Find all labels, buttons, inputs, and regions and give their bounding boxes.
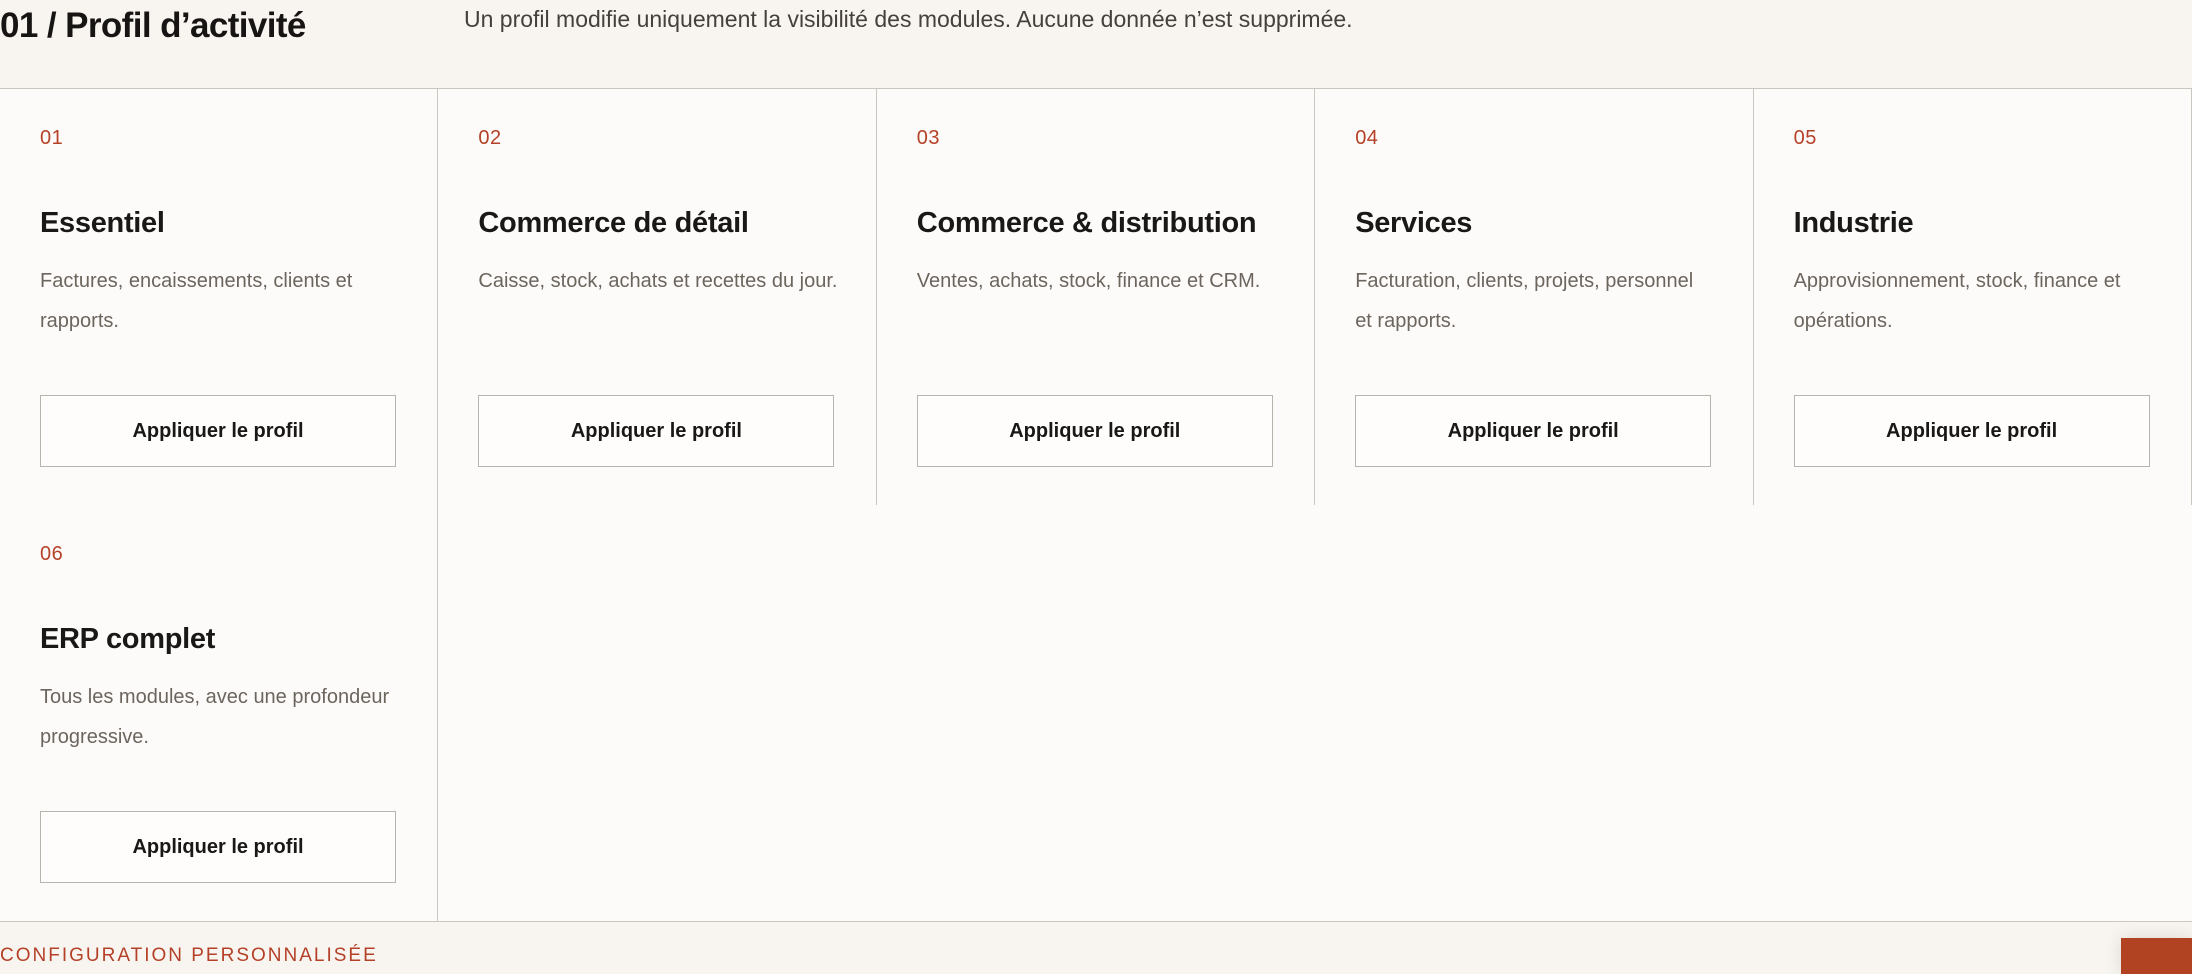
section-description: Un profil modifie uniquement la visibili… [464, 6, 1353, 32]
custom-configuration-heading: CONFIGURATION PERSONNALISÉE [0, 945, 378, 966]
section-title: 01 / Profil d’activité [0, 6, 306, 45]
profile-title: ERP complet [40, 623, 216, 655]
profile-description: Tous les modules, avec une profondeur pr… [40, 686, 390, 748]
profile-number: 05 [1793, 127, 1817, 149]
section-header: 01 / Profil d’activité Un profil modifie… [0, 0, 2192, 88]
profile-number: 03 [916, 127, 941, 149]
profile-number: 02 [478, 127, 502, 149]
apply-profile-button[interactable]: Appliquer le profil [916, 395, 1273, 467]
profile-card-industrie: 05 Industrie Approvisionnement, stock, f… [1754, 89, 2192, 505]
profile-title: Services [1355, 207, 1473, 239]
profile-card-services: 04 Services Facturation, clients, projet… [1315, 89, 1754, 505]
accent-action-button[interactable] [2121, 938, 2192, 974]
profile-description: Caisse, stock, achats et recettes du jou… [478, 270, 838, 292]
apply-profile-button[interactable]: Appliquer le profil [40, 395, 396, 467]
profile-number: 01 [40, 127, 64, 149]
profile-title: Commerce & distribution [916, 207, 1257, 239]
profile-number: 04 [1355, 127, 1379, 149]
profile-description: Ventes, achats, stock, finance et CRM. [916, 270, 1261, 292]
profile-card-commerce-distribution: 03 Commerce & distribution Ventes, achat… [877, 89, 1316, 505]
apply-profile-button[interactable]: Appliquer le profil [1355, 395, 1712, 467]
profile-card-erp-complet: 06 ERP complet Tous les modules, avec un… [0, 505, 439, 921]
profile-description: Approvisionnement, stock, finance et opé… [1793, 270, 2121, 332]
profile-card-essentiel: 01 Essentiel Factures, encaissements, cl… [0, 89, 439, 505]
profile-title: Commerce de détail [478, 207, 749, 239]
profile-card-commerce-de-detail: 02 Commerce de détail Caisse, stock, ach… [438, 89, 877, 505]
apply-profile-button[interactable]: Appliquer le profil [478, 395, 835, 467]
profile-title: Industrie [1793, 207, 1914, 239]
profile-description: Factures, encaissements, clients et rapp… [40, 270, 353, 332]
profile-grid: 01 Essentiel Factures, encaissements, cl… [0, 88, 2192, 922]
profile-title: Essentiel [40, 207, 165, 239]
profile-number: 06 [40, 543, 64, 565]
apply-profile-button[interactable]: Appliquer le profil [40, 811, 396, 883]
profile-description: Facturation, clients, projets, personnel… [1355, 270, 1694, 332]
apply-profile-button[interactable]: Appliquer le profil [1793, 395, 2150, 467]
